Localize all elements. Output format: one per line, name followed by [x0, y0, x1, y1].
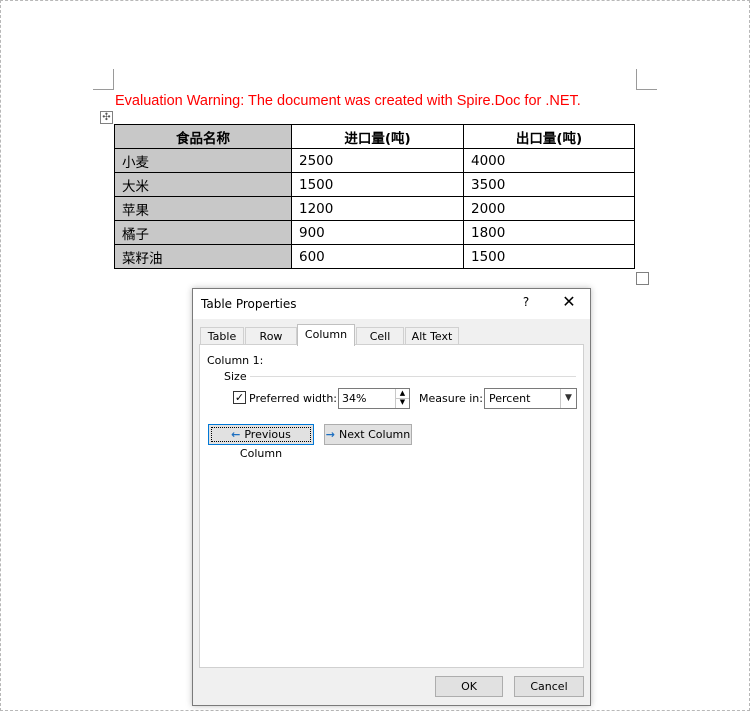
next-column-label: Next Column [338, 428, 411, 441]
tab-table[interactable]: Table [200, 327, 244, 345]
chevron-down-icon[interactable]: ▼ [560, 389, 576, 408]
table-row: 小麦 2500 4000 [114, 148, 635, 173]
preferred-width-stepper[interactable]: 34% ▲ ▼ [338, 388, 410, 409]
arrow-right-icon: → [325, 428, 335, 441]
arrow-left-icon: ← [231, 428, 241, 441]
next-column-button[interactable]: → Next Column [324, 424, 412, 445]
tab-cell[interactable]: Cell [356, 327, 404, 345]
table-resize-handle[interactable] [636, 272, 649, 285]
size-divider [250, 376, 576, 377]
table-cell[interactable]: 2500 [291, 148, 464, 173]
column-tab-panel: Column 1: Size ✓ Preferred width: 34% ▲ … [199, 344, 584, 668]
table-cell[interactable]: 4000 [463, 148, 635, 173]
data-table: 食品名称 进口量(吨) 出口量(吨) 小麦 2500 4000 大米 1500 … [114, 124, 635, 269]
spin-down-icon[interactable]: ▼ [396, 398, 409, 407]
tab-alt-text[interactable]: Alt Text [405, 327, 459, 345]
cancel-button[interactable]: Cancel [514, 676, 584, 697]
margin-corner-top-right [636, 69, 657, 90]
table-row: 橘子 900 1800 [114, 220, 635, 245]
measure-in-select[interactable]: Percent ▼ [484, 388, 577, 409]
header-cell-import[interactable]: 进口量(吨) [291, 124, 464, 149]
evaluation-warning: Evaluation Warning: The document was cre… [115, 93, 581, 109]
preferred-width-value[interactable]: 34% [342, 392, 366, 405]
table-properties-dialog: Table Properties ? ✕ Table Row Column Ce… [192, 288, 591, 706]
dialog-title: Table Properties [201, 297, 297, 311]
measure-in-value: Percent [489, 392, 531, 405]
table-cell[interactable]: 900 [291, 220, 464, 245]
move-cross-icon[interactable]: ✣ [100, 111, 113, 124]
tab-column[interactable]: Column [297, 324, 355, 346]
table-cell[interactable]: 1800 [463, 220, 635, 245]
dialog-titlebar[interactable]: Table Properties ? ✕ [193, 289, 590, 319]
table-row: 大米 1500 3500 [114, 172, 635, 197]
header-cell-export[interactable]: 出口量(吨) [463, 124, 635, 149]
table-cell[interactable]: 小麦 [114, 148, 292, 173]
margin-corner-top-left [93, 69, 114, 90]
table-cell[interactable]: 苹果 [114, 196, 292, 221]
table-cell[interactable]: 橘子 [114, 220, 292, 245]
size-section-label: Size [224, 370, 247, 383]
table-cell[interactable]: 3500 [463, 172, 635, 197]
tab-row[interactable]: Row [245, 327, 297, 345]
table-cell[interactable]: 2000 [463, 196, 635, 221]
preferred-width-label: Preferred width: [249, 392, 338, 405]
column-number-label: Column 1: [207, 354, 264, 367]
spinner-buttons: ▲ ▼ [395, 389, 409, 408]
previous-column-label: Previous Column [239, 428, 291, 460]
table-cell[interactable]: 大米 [114, 172, 292, 197]
close-icon[interactable]: ✕ [559, 292, 579, 311]
table-row: 菜籽油 600 1500 [114, 244, 635, 269]
table-cell[interactable]: 1500 [463, 244, 635, 269]
preferred-width-checkbox[interactable]: ✓ [233, 391, 246, 404]
table-cell[interactable]: 600 [291, 244, 464, 269]
ok-button[interactable]: OK [435, 676, 503, 697]
previous-column-button[interactable]: ← Previous Column [208, 424, 314, 460]
table-header-row: 食品名称 进口量(吨) 出口量(吨) [114, 124, 635, 149]
header-cell-food[interactable]: 食品名称 [114, 124, 292, 149]
table-cell[interactable]: 1200 [291, 196, 464, 221]
table-cell[interactable]: 1500 [291, 172, 464, 197]
table-cell[interactable]: 菜籽油 [114, 244, 292, 269]
table-row: 苹果 1200 2000 [114, 196, 635, 221]
measure-in-label: Measure in: [419, 392, 483, 405]
help-button[interactable]: ? [518, 295, 534, 309]
